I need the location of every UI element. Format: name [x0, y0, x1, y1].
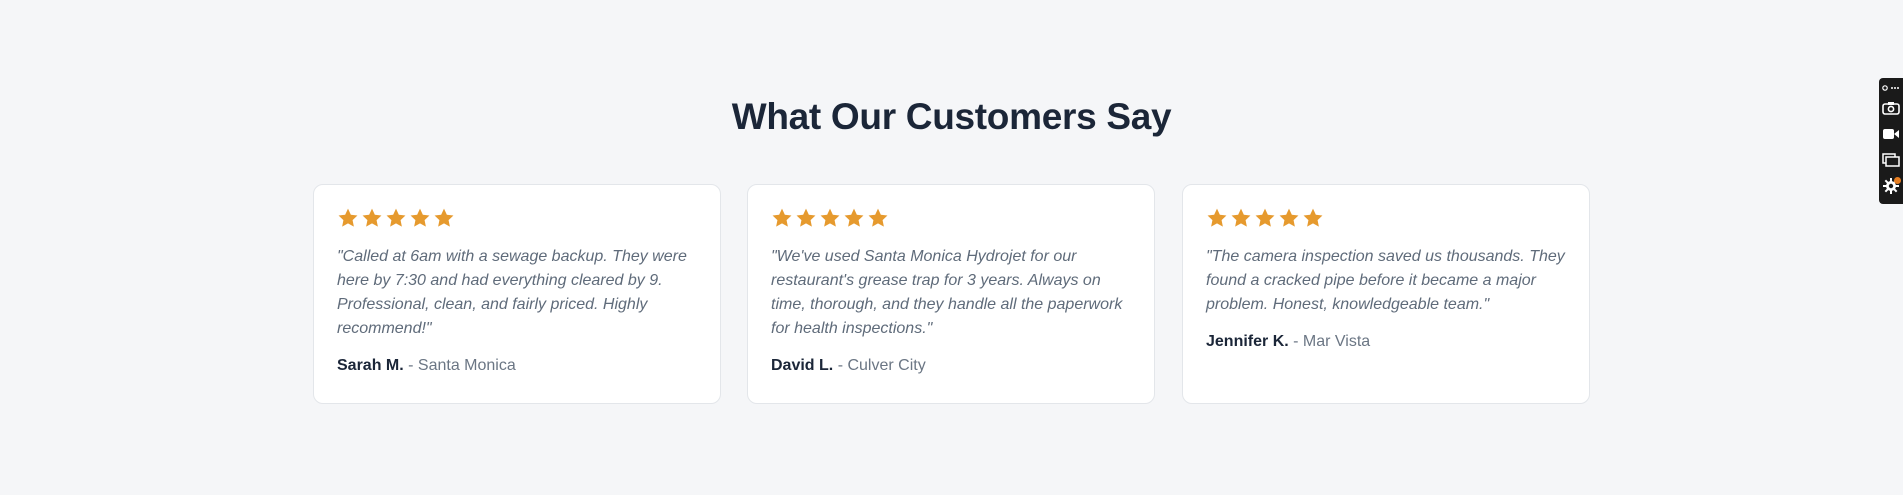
star-icon [1206, 207, 1228, 229]
testimonials-section: What Our Customers Say "Called at 6am wi… [0, 0, 1903, 495]
star-icon [867, 207, 889, 229]
author-location: - Culver City [837, 357, 926, 374]
author-name: Sarah M. [337, 357, 404, 374]
star-icon [385, 207, 407, 229]
star-icon [1302, 207, 1324, 229]
testimonial-card: "Called at 6am with a sewage backup. The… [313, 184, 721, 404]
gear-icon[interactable] [1881, 173, 1901, 199]
testimonial-quote: "Called at 6am with a sewage backup. The… [337, 248, 687, 337]
star-rating [337, 207, 697, 231]
testimonial-quote: "We've used Santa Monica Hydrojet for ou… [771, 248, 1123, 337]
star-icon [1278, 207, 1300, 229]
author-name: Jennifer K. [1206, 333, 1289, 350]
screen-capture-toolbar [1879, 78, 1903, 204]
star-icon [361, 207, 383, 229]
star-icon [433, 207, 455, 229]
author-location: - Mar Vista [1293, 333, 1371, 350]
star-icon [337, 207, 359, 229]
notification-badge [1894, 177, 1901, 184]
testimonial-card: "The camera inspection saved us thousand… [1182, 184, 1590, 404]
testimonial-card: "We've used Santa Monica Hydrojet for ou… [747, 184, 1155, 404]
star-icon [771, 207, 793, 229]
star-icon [795, 207, 817, 229]
star-rating [771, 207, 1131, 231]
star-icon [843, 207, 865, 229]
link-more-icon[interactable] [1881, 81, 1901, 95]
star-rating [1206, 207, 1566, 231]
star-icon [409, 207, 431, 229]
testimonial-author: David L. - Culver City [771, 354, 1131, 378]
star-icon [1254, 207, 1276, 229]
camera-icon[interactable] [1881, 95, 1901, 121]
video-icon[interactable] [1881, 121, 1901, 147]
testimonial-author: Jennifer K. - Mar Vista [1206, 330, 1566, 354]
windows-icon[interactable] [1881, 147, 1901, 173]
star-icon [1230, 207, 1252, 229]
testimonial-quote: "The camera inspection saved us thousand… [1206, 248, 1565, 313]
section-title: What Our Customers Say [731, 96, 1172, 137]
testimonial-author: Sarah M. - Santa Monica [337, 354, 697, 378]
author-name: David L. [771, 357, 834, 374]
author-location: - Santa Monica [408, 357, 516, 374]
star-icon [819, 207, 841, 229]
